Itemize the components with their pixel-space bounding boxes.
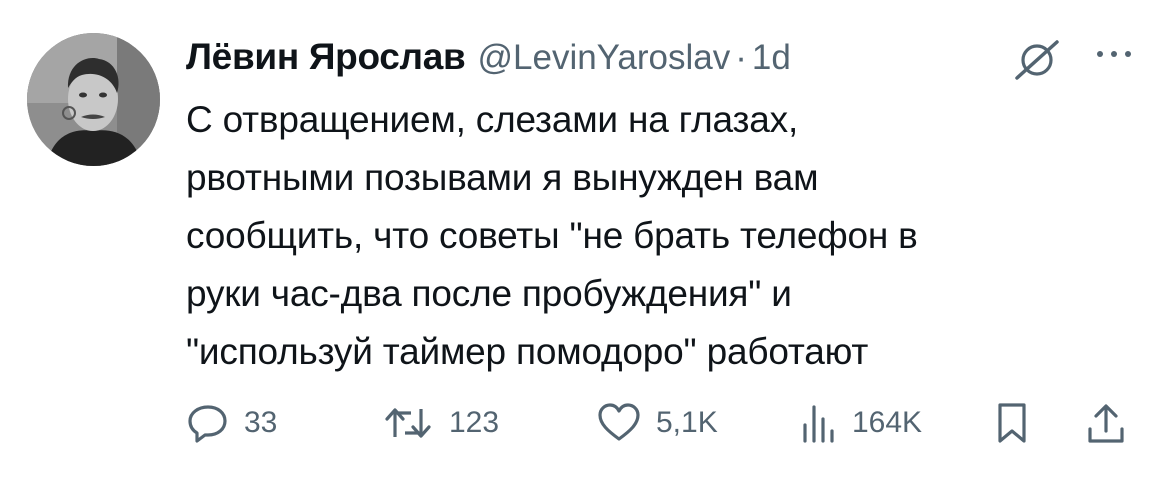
like-count: 5,1K (656, 406, 718, 439)
share-button[interactable] (1086, 398, 1126, 448)
repost-count: 123 (449, 406, 500, 439)
repost-button[interactable]: 123 (381, 398, 499, 448)
timestamp[interactable]: 1d (752, 38, 791, 78)
tweet: Лёвин Ярослав @LevinYaroslav · 1d С отвр… (0, 0, 1170, 477)
views-count: 164K (852, 406, 923, 439)
tweet-text: С отвращением, слезами на глазах, рвотны… (186, 91, 1146, 381)
tweet-text-line: С отвращением, слезами на глазах, (186, 99, 799, 140)
reply-icon (188, 405, 227, 443)
more-icon[interactable] (1090, 42, 1138, 66)
views-button[interactable]: 164K (798, 398, 922, 448)
action-bar: 33 123 5,1K 164K (186, 398, 1146, 448)
views-icon (803, 405, 834, 443)
like-icon (598, 403, 640, 441)
reply-count: 33 (244, 406, 278, 439)
tweet-text-line: руки час-два после пробуждения" и (186, 273, 792, 314)
repost-icon (385, 408, 431, 438)
tweet-header: Лёвин Ярослав @LevinYaroslav · 1d (186, 36, 791, 80)
user-handle[interactable]: @LevinYaroslav (477, 38, 730, 78)
tweet-text-line: "используй таймер помодоро" работают (186, 331, 869, 372)
bookmark-button[interactable] (994, 398, 1030, 448)
display-name[interactable]: Лёвин Ярослав (186, 36, 466, 78)
reply-button[interactable]: 33 (186, 398, 277, 448)
like-button[interactable]: 5,1K (596, 398, 718, 448)
share-icon (1088, 404, 1124, 443)
grok-icon[interactable] (1011, 38, 1063, 82)
tweet-text-line: сообщить, что советы "не брать телефон в (186, 215, 918, 256)
separator-dot: · (735, 38, 747, 77)
tweet-text-line: рвотными позывами я вынужден вам (186, 157, 819, 198)
bookmark-icon (998, 403, 1026, 443)
avatar[interactable] (27, 33, 160, 166)
